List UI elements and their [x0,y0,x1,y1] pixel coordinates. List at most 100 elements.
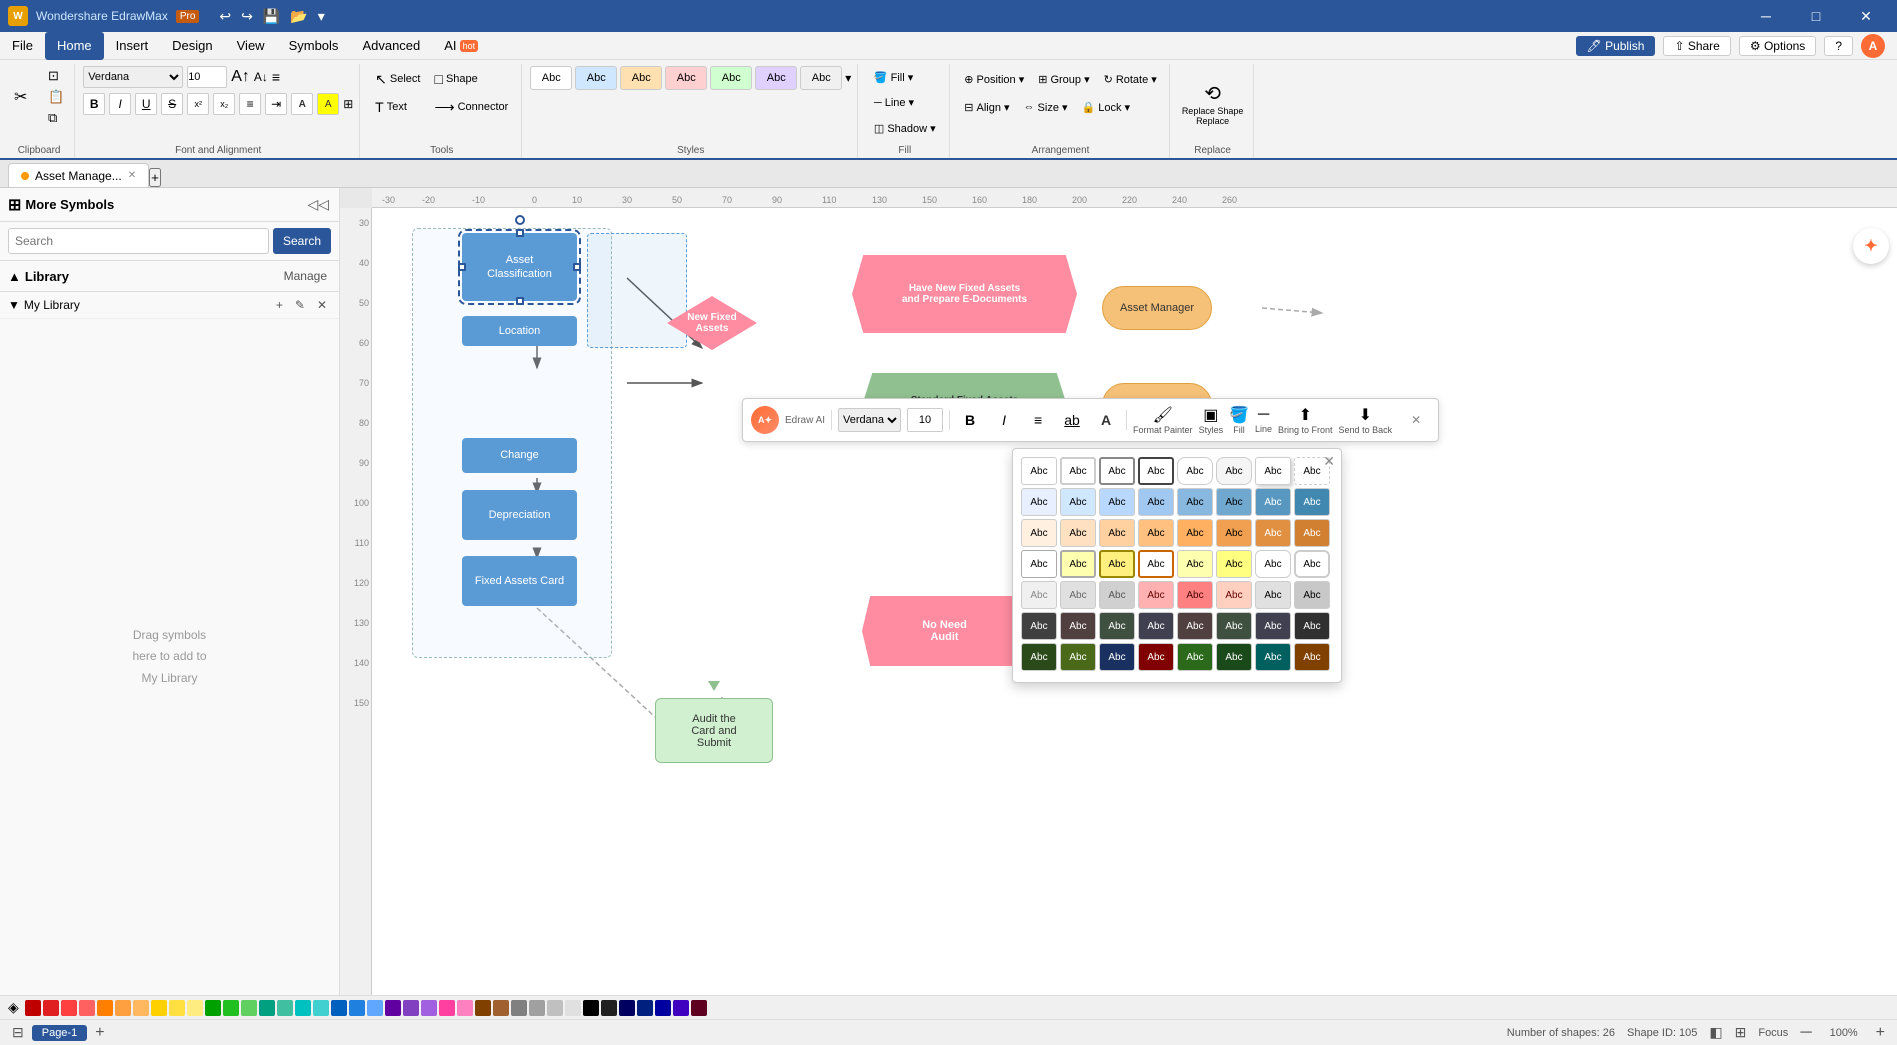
swatch-r4-1[interactable]: Abc [1021,550,1057,578]
connector-tool-btn[interactable]: ⟶ Connector [428,94,514,120]
float-underline-btn[interactable]: ab [1058,406,1086,434]
color-swatch-orange2[interactable] [115,1000,131,1016]
color-swatch-cyan1[interactable] [295,1000,311,1016]
swatch-r7-5[interactable]: Abc [1177,643,1213,671]
swatch-r5-4[interactable]: Abc [1138,581,1174,609]
swatch-r2-1[interactable]: Abc [1021,488,1057,516]
color-swatch-darkgray[interactable] [601,1000,617,1016]
swatch-r4-6[interactable]: Abc [1216,550,1252,578]
super-btn[interactable]: x² [187,93,209,115]
swatch-r7-1[interactable]: Abc [1021,643,1057,671]
style-swatch-5[interactable]: Abc [755,66,797,90]
italic-btn[interactable]: I [109,93,131,115]
indent-btn[interactable]: ⇥ [265,93,287,115]
float-align-btn[interactable]: ≡ [1024,406,1052,434]
menu-ai[interactable]: AI hot [432,32,490,60]
color-swatch-green1[interactable] [205,1000,221,1016]
paste-btn[interactable]: 📋 [44,87,68,107]
shadow-btn[interactable]: ◫Shadow ▾ [868,117,942,140]
tab-asset-manage[interactable]: Asset Manage... ✕ [8,163,149,187]
swatch-r2-3[interactable]: Abc [1099,488,1135,516]
line-btn[interactable]: ─Line ▾ [868,91,920,114]
edraw-ai-logo[interactable]: A✦ [751,406,779,434]
menu-insert[interactable]: Insert [104,32,161,60]
popup-close-btn[interactable]: ✕ [1323,453,1335,470]
swatch-r1-5[interactable]: Abc [1177,457,1213,485]
canvas-container[interactable]: -30 -20 -10 0 10 30 50 70 90 110 130 150… [340,188,1897,995]
color-swatch-gray2[interactable] [529,1000,545,1016]
swatch-r6-1[interactable]: Abc [1021,612,1057,640]
clone-btn[interactable]: ⧉ [44,108,68,128]
style-swatch-2[interactable]: Abc [620,66,662,90]
node-audit-card-submit[interactable]: Audit theCard andSubmit [655,698,773,763]
align-btn[interactable]: ⊟Align ▾ [958,94,1015,120]
color-picker-icon[interactable]: ◈ [8,999,19,1016]
swatch-r5-8[interactable]: Abc [1294,581,1330,609]
group-btn[interactable]: ⊞Group ▾ [1032,66,1095,92]
swatch-r6-7[interactable]: Abc [1255,612,1291,640]
float-fill-btn[interactable]: 🪣 Fill [1229,405,1249,435]
color-swatch-pink1[interactable] [439,1000,455,1016]
swatch-r1-6[interactable]: Abc [1216,457,1252,485]
select-tool-btn[interactable]: ↖ Select [369,66,426,92]
menu-advanced[interactable]: Advanced [350,32,432,60]
fit-btn[interactable]: ⊞ [1735,1024,1747,1041]
library-toggle[interactable]: ▲ Library [8,269,69,284]
color-swatch-purple2[interactable] [403,1000,419,1016]
float-close-btn[interactable]: ✕ [1402,406,1430,434]
replace-shape-btn[interactable]: ⟲ Replace Shape Replace [1178,78,1248,129]
swatch-r5-5[interactable]: Abc [1177,581,1213,609]
swatch-r1-3[interactable]: Abc [1099,457,1135,485]
swatch-r7-6[interactable]: Abc [1216,643,1252,671]
swatch-r7-3[interactable]: Abc [1099,643,1135,671]
color-swatch-purple3[interactable] [421,1000,437,1016]
swatch-r4-2[interactable]: Abc [1060,550,1096,578]
color-swatch-indigo[interactable] [673,1000,689,1016]
swatch-r6-6[interactable]: Abc [1216,612,1252,640]
rotate-handle[interactable] [515,215,525,225]
menu-view[interactable]: View [225,32,277,60]
redo-icon[interactable]: ↪ [237,8,257,25]
color-swatch-purple1[interactable] [385,1000,401,1016]
swatch-r3-1[interactable]: Abc [1021,519,1057,547]
search-button[interactable]: Search [273,228,331,254]
more-icon[interactable]: ▾ [314,8,329,25]
node-asset-classification[interactable]: AssetClassification [462,233,577,301]
handle-right[interactable] [573,263,581,271]
bold-btn[interactable]: B [83,93,105,115]
swatch-r7-2[interactable]: Abc [1060,643,1096,671]
open-icon[interactable]: 📂 [286,8,311,25]
node-depreciation[interactable]: Depreciation [462,490,577,540]
collapse-sidebar-btn[interactable]: ◁◁ [305,194,331,215]
swatch-r2-6[interactable]: Abc [1216,488,1252,516]
size-btn[interactable]: ⇔Size ▾ [1018,94,1074,120]
swatch-r1-2[interactable]: Abc [1060,457,1096,485]
maximize-btn[interactable]: □ [1793,0,1839,32]
swatch-r4-4[interactable]: Abc [1138,550,1174,578]
style-swatch-4[interactable]: Abc [710,66,752,90]
my-library-close-btn[interactable]: ✕ [313,296,331,314]
color-swatch-yellow2[interactable] [169,1000,185,1016]
minimize-btn[interactable]: ─ [1743,0,1789,32]
expand-font-btn[interactable]: ⊞ [343,97,353,111]
menu-design[interactable]: Design [160,32,224,60]
color-swatch-red4[interactable] [79,1000,95,1016]
options-btn[interactable]: ⚙ Options [1739,36,1816,56]
user-avatar[interactable]: A [1861,34,1885,58]
align-btn[interactable]: ≡ [272,69,280,85]
menu-file[interactable]: File [0,32,45,60]
float-italic-btn[interactable]: I [990,406,1018,434]
color-swatch-red3[interactable] [61,1000,77,1016]
color-swatch-black[interactable] [583,1000,599,1016]
manage-library-btn[interactable]: Manage [280,267,331,285]
color-swatch-green2[interactable] [223,1000,239,1016]
node-location[interactable]: Location [462,316,577,346]
handle-left[interactable] [458,263,466,271]
color-swatch-teal1[interactable] [259,1000,275,1016]
layers-btn[interactable]: ◧ [1709,1024,1722,1041]
lock-btn[interactable]: 🔒Lock ▾ [1076,94,1137,120]
color-swatch-gray4[interactable] [565,1000,581,1016]
color-swatch-gray3[interactable] [547,1000,563,1016]
swatch-r4-3[interactable]: Abc [1099,550,1135,578]
node-have-new-fixed-assets[interactable]: Have New Fixed Assetsand Prepare E-Docum… [852,255,1077,333]
